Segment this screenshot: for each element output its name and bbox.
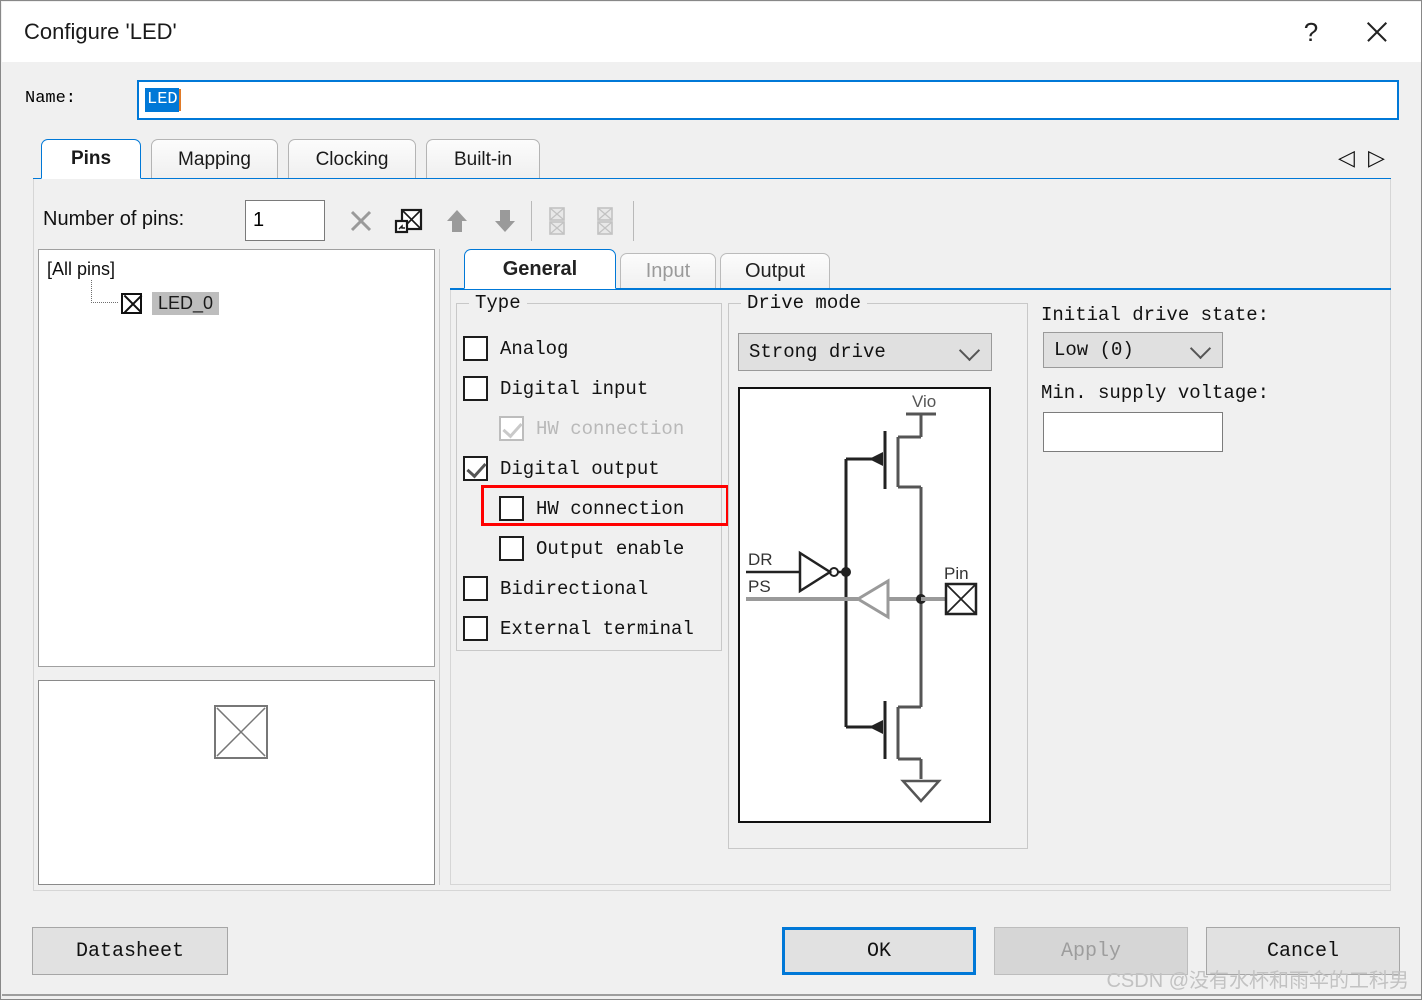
number-of-pins-label: Number of pins:	[43, 208, 185, 230]
tab-clocking[interactable]: Clocking	[288, 139, 416, 179]
checkbox-box	[499, 416, 524, 441]
drive-mode-select[interactable]: Strong drive	[738, 333, 992, 371]
checkbox-digital-output-hw-connection[interactable]: HW connection	[499, 496, 684, 521]
pin-label: Pin	[944, 564, 969, 583]
main-tabs: Pins Mapping Clocking Built-in	[33, 139, 1391, 180]
chevron-right-icon: ▷	[1368, 145, 1385, 170]
tab-pins[interactable]: Pins	[41, 139, 141, 179]
delete-pin-icon[interactable]	[343, 203, 379, 239]
initial-drive-state-value: Low (0)	[1054, 339, 1134, 361]
type-groupbox-title: Type	[469, 292, 527, 314]
number-of-pins-value: 1	[253, 209, 265, 231]
configure-led-dialog: Configure 'LED' ? Name: LED Pins Mapping…	[0, 0, 1422, 1000]
checkbox-box	[463, 336, 488, 361]
page-title: Configure 'LED'	[24, 19, 177, 44]
symbol-preview-pane[interactable]	[38, 680, 435, 885]
checkbox-label: HW connection	[536, 497, 685, 520]
ps-label: PS	[748, 577, 771, 596]
chevron-left-icon: ◁	[1338, 145, 1355, 170]
min-supply-voltage-label: Min. supply voltage:	[1041, 382, 1270, 404]
min-supply-voltage-input[interactable]	[1043, 412, 1223, 452]
checkbox-label: External terminal	[500, 617, 694, 640]
tab-scroll-next-button[interactable]: ▷	[1368, 145, 1385, 171]
name-label: Name:	[25, 89, 77, 108]
checkbox-box	[463, 576, 488, 601]
dr-label: DR	[748, 550, 773, 569]
text-caret	[178, 89, 181, 111]
tab-built-in[interactable]: Built-in	[426, 139, 540, 179]
drive-mode-value: Strong drive	[749, 341, 886, 363]
checkbox-bidirectional[interactable]: Bidirectional	[463, 576, 648, 601]
add-pin-icon[interactable]	[391, 203, 427, 239]
watermark: CSDN @没有水杯和雨伞的工科男	[1106, 970, 1409, 992]
tab-output[interactable]: Output	[720, 253, 830, 289]
tab-pins-label: Pins	[70, 148, 112, 169]
checkbox-external-terminal[interactable]: External terminal	[463, 616, 694, 641]
chevron-down-icon	[1189, 337, 1212, 360]
collapse-pins-icon[interactable]	[587, 203, 623, 239]
checkbox-label: HW connection	[536, 417, 685, 440]
checkbox-label: Output enable	[536, 537, 685, 560]
checkbox-digital-output[interactable]: Digital output	[463, 456, 660, 481]
checkbox-label: Digital input	[500, 377, 649, 400]
tree-root-label: [All pins]	[47, 259, 116, 279]
initial-drive-state-select[interactable]: Low (0)	[1043, 332, 1223, 368]
pin-symbol-icon	[214, 705, 268, 759]
ok-button[interactable]: OK	[782, 927, 976, 975]
tab-mapping-label: Mapping	[178, 148, 251, 170]
pin-symbol-icon	[121, 293, 142, 314]
checkbox-output-enable[interactable]: Output enable	[499, 536, 684, 561]
drive-mode-diagram: Vio DR PS Pin	[738, 387, 991, 823]
bottom-divider	[2, 994, 1421, 996]
vio-label: Vio	[912, 392, 936, 411]
move-down-icon[interactable]	[487, 203, 523, 239]
tree-elbow-icon	[91, 280, 118, 303]
tab-output-label: Output	[744, 260, 806, 282]
checkbox-digital-input[interactable]: Digital input	[463, 376, 648, 401]
checkbox-box	[463, 456, 488, 481]
datasheet-button[interactable]: Datasheet	[32, 927, 228, 975]
close-icon	[1364, 19, 1390, 45]
checkbox-box	[463, 376, 488, 401]
drive-mode-groupbox-title: Drive mode	[741, 292, 868, 314]
ok-button-label: OK	[866, 939, 891, 963]
tab-input[interactable]: Input	[620, 253, 716, 289]
tab-scroll-prev-button[interactable]: ◁	[1338, 145, 1355, 171]
title-bar: Configure 'LED' ?	[2, 2, 1421, 62]
tab-built-in-label: Built-in	[453, 148, 513, 170]
expand-pins-icon[interactable]	[539, 203, 575, 239]
checkbox-box	[499, 536, 524, 561]
tab-clocking-label: Clocking	[315, 148, 389, 170]
pin-list-pane[interactable]: [All pins] LED_0	[38, 249, 435, 667]
checkbox-box	[463, 616, 488, 641]
cancel-button-label: Cancel	[1266, 939, 1339, 963]
help-button[interactable]: ?	[1280, 2, 1342, 62]
checkbox-label: Digital output	[500, 457, 660, 480]
pane-splitter[interactable]	[439, 249, 445, 885]
name-input-value: LED	[145, 88, 179, 112]
name-input[interactable]: LED	[137, 80, 1399, 120]
checkbox-box	[499, 496, 524, 521]
close-button[interactable]	[1346, 2, 1408, 62]
initial-drive-state-label: Initial drive state:	[1041, 304, 1270, 326]
question-mark-icon: ?	[1303, 16, 1319, 47]
toolbar-separator	[531, 201, 532, 241]
list-item[interactable]: LED_0	[91, 280, 220, 315]
tab-general[interactable]: General	[464, 249, 616, 289]
checkbox-label: Analog	[500, 337, 569, 360]
number-of-pins-input[interactable]: 1	[245, 200, 325, 241]
toolbar-separator-2	[633, 201, 634, 241]
list-item-label: LED_0	[152, 292, 220, 315]
apply-button-label: Apply	[1060, 939, 1121, 963]
tab-input-label: Input	[645, 260, 691, 282]
tab-general-label: General	[502, 257, 578, 280]
chevron-down-icon	[958, 339, 981, 362]
tab-mapping[interactable]: Mapping	[151, 139, 278, 179]
checkbox-analog[interactable]: Analog	[463, 336, 568, 361]
datasheet-button-label: Datasheet	[75, 939, 185, 963]
checkbox-digital-input-hw-connection: HW connection	[499, 416, 684, 441]
move-up-icon[interactable]	[439, 203, 475, 239]
checkbox-label: Bidirectional	[500, 577, 649, 600]
